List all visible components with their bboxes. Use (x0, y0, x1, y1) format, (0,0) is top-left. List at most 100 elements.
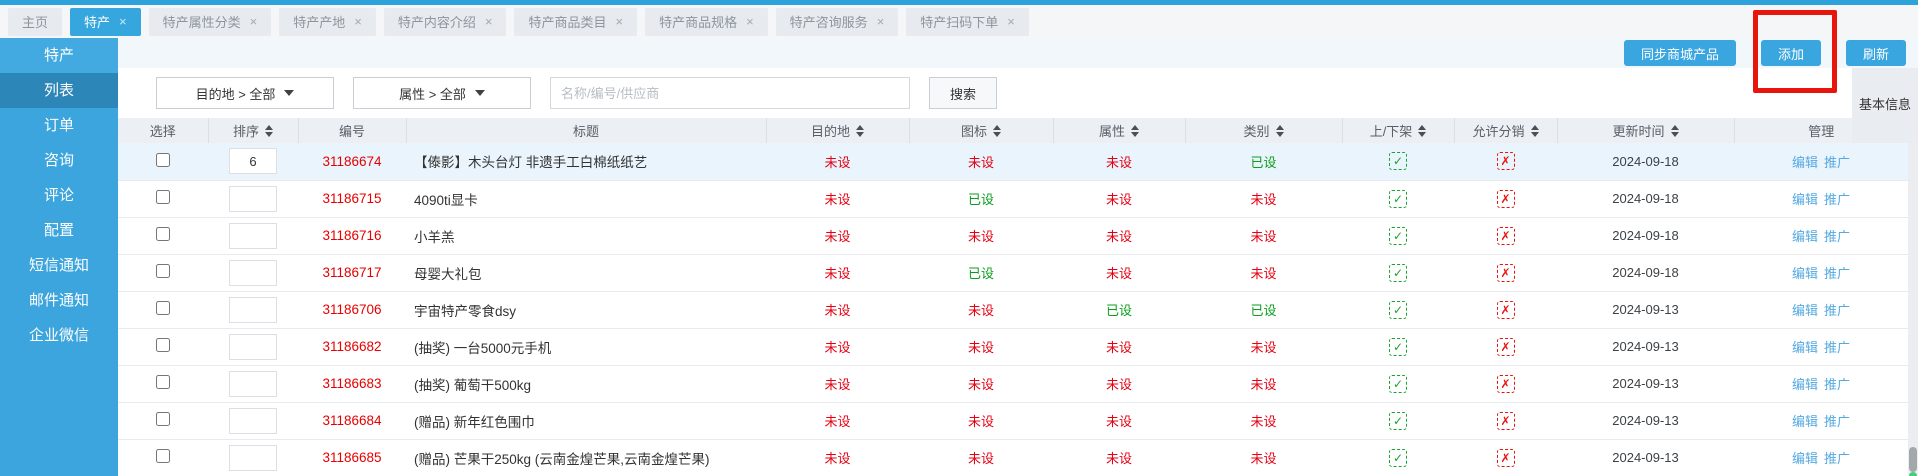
add-button[interactable]: 添加 (1761, 40, 1821, 66)
row-checkbox[interactable] (156, 375, 170, 389)
promote-link[interactable]: 推广 (1824, 155, 1850, 170)
row-checkbox[interactable] (156, 153, 170, 167)
promote-link[interactable]: 推广 (1824, 229, 1850, 244)
sort-order-input[interactable] (229, 334, 277, 360)
check-square-icon[interactable]: ✓ (1389, 449, 1407, 467)
sidebar-item-订单[interactable]: 订单 (0, 108, 118, 143)
product-title[interactable]: (赠品) 新年红色围巾 (414, 415, 535, 430)
sidebar-item-企业微信[interactable]: 企业微信 (0, 318, 118, 353)
column-header-category[interactable]: 类别 (1185, 118, 1342, 143)
x-square-icon[interactable]: ✗ (1497, 152, 1515, 170)
check-square-icon[interactable]: ✓ (1389, 338, 1407, 356)
sort-order-input[interactable] (229, 371, 277, 397)
check-square-icon[interactable]: ✓ (1389, 264, 1407, 282)
edit-link[interactable]: 编辑 (1792, 266, 1818, 281)
edit-link[interactable]: 编辑 (1792, 377, 1818, 392)
sort-order-input[interactable] (229, 186, 277, 212)
product-title[interactable]: 母婴大礼包 (414, 267, 482, 282)
promote-link[interactable]: 推广 (1824, 377, 1850, 392)
sidebar-item-配置[interactable]: 配置 (0, 213, 118, 248)
tab-特产内容介绍[interactable]: 特产内容介绍× (384, 8, 507, 36)
product-title[interactable]: (抽奖) 葡萄干500kg (414, 378, 531, 393)
promote-link[interactable]: 推广 (1824, 340, 1850, 355)
x-square-icon[interactable]: ✗ (1497, 190, 1515, 208)
x-square-icon[interactable]: ✗ (1497, 338, 1515, 356)
x-square-icon[interactable]: ✗ (1497, 375, 1515, 393)
promote-link[interactable]: 推广 (1824, 303, 1850, 318)
sidebar-item-短信通知[interactable]: 短信通知 (0, 248, 118, 283)
column-header-updated[interactable]: 更新时间 (1557, 118, 1734, 143)
x-square-icon[interactable]: ✗ (1497, 449, 1515, 467)
sync-mall-products-button[interactable]: 同步商城产品 (1624, 40, 1736, 66)
tab-close-icon[interactable]: × (119, 14, 127, 29)
tab-特产[interactable]: 特产× (70, 8, 141, 36)
tab-basic-info[interactable]: 基本信息 (1852, 68, 1918, 143)
x-square-icon[interactable]: ✗ (1497, 264, 1515, 282)
edit-link[interactable]: 编辑 (1792, 192, 1818, 207)
sidebar-item-特产[interactable]: 特产 (0, 38, 118, 73)
attribute-filter-dropdown[interactable]: 属性 > 全部 (353, 77, 531, 109)
column-header-sort[interactable]: 排序 (208, 118, 298, 143)
promote-link[interactable]: 推广 (1824, 414, 1850, 429)
row-checkbox[interactable] (156, 264, 170, 278)
check-square-icon[interactable]: ✓ (1389, 227, 1407, 245)
product-title[interactable]: (赠品) 芒果干250kg (云南金煌芒果,云南金煌芒果) (414, 452, 710, 467)
tab-close-icon[interactable]: × (746, 14, 754, 29)
sidebar-item-列表[interactable]: 列表 (0, 73, 118, 108)
x-square-icon[interactable]: ✗ (1497, 227, 1515, 245)
row-checkbox[interactable] (156, 449, 170, 463)
sort-icon[interactable] (993, 125, 1001, 137)
sort-icon[interactable] (265, 125, 273, 137)
edit-link[interactable]: 编辑 (1792, 155, 1818, 170)
tab-特产商品规格[interactable]: 特产商品规格× (645, 8, 768, 36)
sort-icon[interactable] (1418, 125, 1426, 137)
sidebar-item-咨询[interactable]: 咨询 (0, 143, 118, 178)
check-square-icon[interactable]: ✓ (1389, 412, 1407, 430)
tab-close-icon[interactable]: × (1007, 14, 1015, 29)
refresh-button[interactable]: 刷新 (1846, 40, 1906, 66)
tab-特产产地[interactable]: 特产产地× (279, 8, 376, 36)
row-checkbox[interactable] (156, 190, 170, 204)
column-header-icon[interactable]: 图标 (909, 118, 1053, 143)
vertical-scrollbar[interactable] (1908, 143, 1918, 476)
sort-icon[interactable] (1671, 125, 1679, 137)
row-checkbox[interactable] (156, 227, 170, 241)
tab-特产商品类目[interactable]: 特产商品类目× (514, 8, 637, 36)
tab-close-icon[interactable]: × (250, 14, 258, 29)
sort-icon[interactable] (856, 125, 864, 137)
product-title[interactable]: (抽奖) 一台5000元手机 (414, 341, 551, 356)
sort-order-input[interactable] (229, 260, 277, 286)
product-title[interactable]: 【傣影】木头台灯 非遗手工白棉纸纸艺 (414, 155, 647, 170)
check-square-icon[interactable]: ✓ (1389, 375, 1407, 393)
sidebar-item-评论[interactable]: 评论 (0, 178, 118, 213)
tab-close-icon[interactable]: × (485, 14, 493, 29)
search-input[interactable] (550, 77, 910, 109)
product-title[interactable]: 宇宙特产零食dsy (414, 304, 516, 319)
tab-主页[interactable]: 主页 (8, 8, 62, 36)
tab-close-icon[interactable]: × (615, 14, 623, 29)
row-checkbox[interactable] (156, 412, 170, 426)
sort-order-input[interactable] (229, 445, 277, 471)
edit-link[interactable]: 编辑 (1792, 414, 1818, 429)
tab-特产咨询服务[interactable]: 特产咨询服务× (776, 8, 899, 36)
search-button[interactable]: 搜索 (929, 77, 997, 109)
product-title[interactable]: 4090ti显卡 (414, 193, 478, 208)
edit-link[interactable]: 编辑 (1792, 451, 1818, 466)
column-header-distribution[interactable]: 允许分销 (1454, 118, 1557, 143)
edit-link[interactable]: 编辑 (1792, 303, 1818, 318)
check-square-icon[interactable]: ✓ (1389, 190, 1407, 208)
column-header-destination[interactable]: 目的地 (766, 118, 909, 143)
tab-特产扫码下单[interactable]: 特产扫码下单× (906, 8, 1029, 36)
sort-order-input[interactable] (229, 148, 277, 174)
product-title[interactable]: 小羊羔 (414, 230, 455, 245)
row-checkbox[interactable] (156, 338, 170, 352)
column-header-attribute[interactable]: 属性 (1053, 118, 1185, 143)
edit-link[interactable]: 编辑 (1792, 340, 1818, 355)
scrollbar-thumb[interactable] (1909, 447, 1917, 472)
sort-icon[interactable] (1531, 125, 1539, 137)
row-checkbox[interactable] (156, 301, 170, 315)
x-square-icon[interactable]: ✗ (1497, 412, 1515, 430)
sort-order-input[interactable] (229, 297, 277, 323)
tab-close-icon[interactable]: × (877, 14, 885, 29)
tab-特产属性分类[interactable]: 特产属性分类× (149, 8, 272, 36)
